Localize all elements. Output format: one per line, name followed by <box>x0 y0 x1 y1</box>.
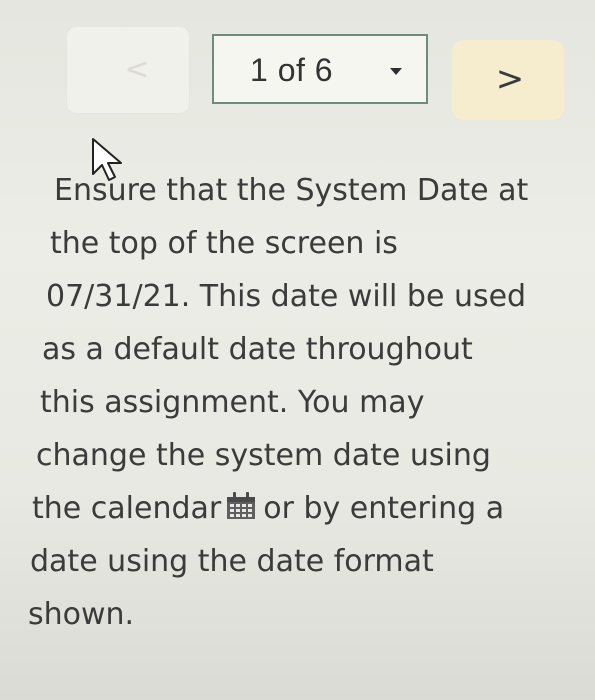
instruction-fragment: the calendar <box>32 491 222 526</box>
instruction-line: the calendar or by entering a <box>32 482 588 535</box>
instruction-line: the top of the screen is <box>50 226 398 261</box>
instruction-line: Ensure that the System Date at <box>54 173 529 208</box>
caret-down-icon <box>390 68 402 75</box>
next-page-button[interactable]: > <box>452 40 564 120</box>
instruction-line: this assignment. You may <box>40 385 425 420</box>
instruction-line: as a default date throughout <box>42 332 473 367</box>
chevron-left-icon: < <box>124 52 150 87</box>
chevron-right-icon: > <box>495 59 525 99</box>
previous-page-button[interactable]: < <box>66 26 190 114</box>
instruction-text: Ensure that the System Date at the top o… <box>28 164 588 641</box>
instruction-fragment: or by entering a <box>263 491 505 526</box>
instruction-line: change the system date using <box>36 438 491 473</box>
page-select[interactable]: 1 of 6 <box>212 34 428 104</box>
instruction-line: 07/31/21. This date will be used <box>46 279 527 314</box>
instruction-line: shown. <box>28 597 135 632</box>
instruction-line: date using the date format <box>30 544 434 579</box>
page-navigation: < 1 of 6 > <box>0 0 595 150</box>
page-select-value: 1 of 6 <box>250 52 334 88</box>
calendar-icon <box>227 492 256 519</box>
